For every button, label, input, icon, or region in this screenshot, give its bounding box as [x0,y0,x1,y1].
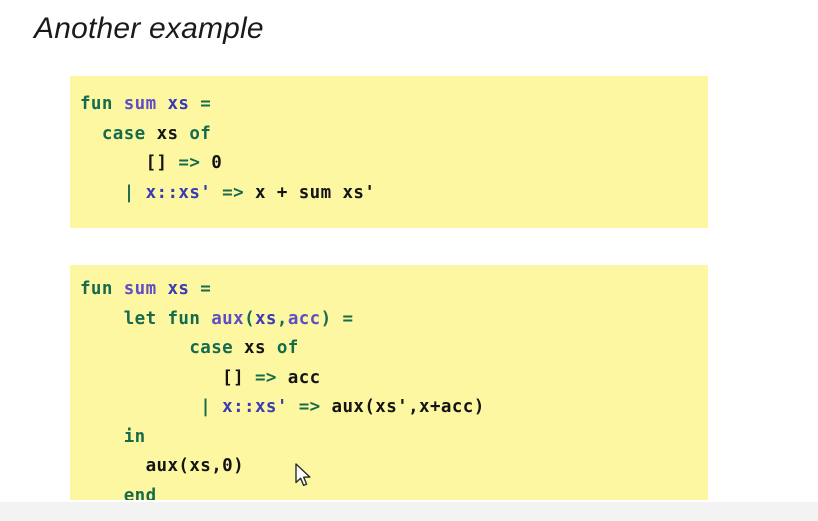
code-token-function: sum [123,94,168,114]
code-block-recursive-sum: fun sum xs = case xs of [] => 0 | x::xs'… [70,76,708,228]
code-line: fun sum xs = [80,90,708,120]
code-token-plain: aux(xs,0) [145,456,245,476]
code-line: let fun aux(xs,acc) = [80,305,708,335]
code-token-plain: acc [287,367,321,388]
code-token-plain: [] [145,153,168,173]
code-line: [] => 0 [80,149,708,179]
code-token-plain: 0 [211,153,223,173]
code-line: aux(xs,0) [80,452,708,482]
code-token-variable: xs [167,279,190,299]
page-title: Another example [34,12,264,45]
code-line: in [80,423,708,453]
code-token-function: sum [123,279,168,299]
code-line: case xs of [80,120,708,150]
code-token-keyword: let fun [123,308,212,329]
code-token-plain: xs [244,338,266,358]
code-token-variable: xs [167,94,190,114]
code-token-plain: xs [156,123,179,144]
code-token-keyword: => [167,153,212,173]
code-token-keyword: fun [80,279,124,299]
code-token-keyword: ( [244,308,255,329]
code-token-function: acc [287,308,321,329]
code-token-keyword: | [200,397,223,417]
code-token-keyword: fun [80,94,124,114]
code-token-variable: x::xs' [222,397,288,417]
code-line: end [80,482,708,501]
code-token-keyword: = [189,279,212,299]
code-block-tail-recursive-sum: fun sum xs = let fun aux(xs,acc) = case … [70,265,708,500]
code-token-keyword: = [189,94,212,114]
code-token-keyword: => [211,182,255,203]
code-token-keyword: => [244,367,288,388]
code-token-keyword: , [276,308,288,329]
code-token-keyword: | [123,182,146,203]
code-line: case xs of [80,334,708,364]
code-token-plain: [] [222,367,245,388]
code-token-variable: x::xs' [145,182,212,203]
code-token-plain: aux(xs',x+acc) [331,397,485,417]
code-token-keyword: ) = [320,308,354,329]
code-token-keyword: in [123,426,146,447]
code-token-keyword: of [178,123,212,144]
code-token-plain: x + sum xs' [255,182,376,203]
code-token-keyword: => [287,397,332,417]
code-token-keyword: case [101,123,157,144]
code-token-function: aux [211,308,245,329]
code-line: | x::xs' => aux(xs',x+acc) [80,393,708,423]
code-line: [] => acc [80,364,708,394]
code-line: fun sum xs = [80,275,708,305]
code-token-keyword: case [189,338,245,358]
bottom-strip [0,502,818,521]
code-line: | x::xs' => x + sum xs' [80,179,708,209]
code-token-variable: xs [255,308,277,329]
code-token-keyword: of [265,338,299,358]
code-token-keyword: end [123,485,157,501]
